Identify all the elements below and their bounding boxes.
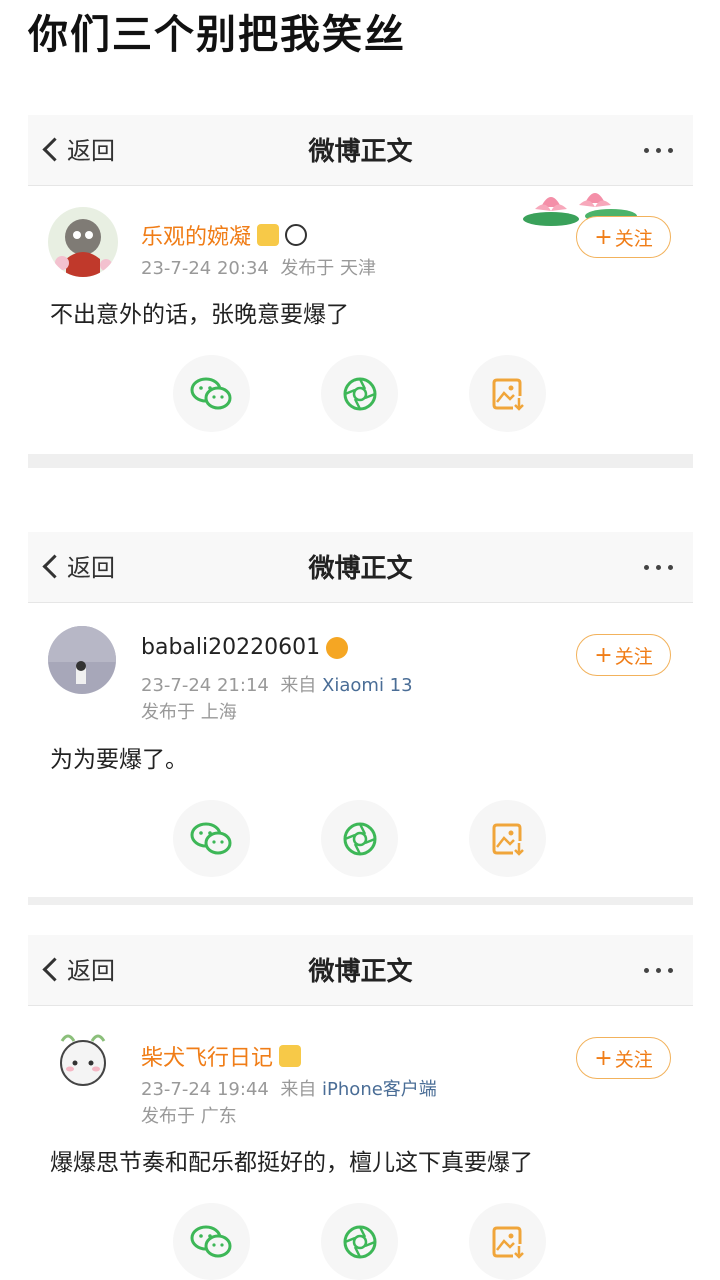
save-image-button[interactable] bbox=[469, 355, 546, 432]
follow-button[interactable]: + 关注 bbox=[576, 216, 671, 258]
more-icon[interactable] bbox=[644, 148, 673, 153]
post-time: 23-7-24 21:14 bbox=[141, 675, 269, 696]
username[interactable]: 柴犬飞行日记 bbox=[141, 1040, 273, 1072]
plus-icon: + bbox=[594, 1045, 613, 1071]
post-location: 上海 bbox=[200, 702, 237, 723]
moments-icon bbox=[343, 822, 376, 855]
share-row bbox=[173, 1203, 546, 1280]
post-time: 23-7-24 19:44 bbox=[141, 1079, 269, 1100]
nav-title: 微博正文 bbox=[308, 137, 413, 167]
username[interactable]: 乐观的婉凝 bbox=[141, 219, 251, 251]
follow-label: 关注 bbox=[614, 645, 653, 668]
page-title: 你们三个别把我笑丝 bbox=[28, 12, 406, 58]
share-moments-button[interactable] bbox=[321, 355, 398, 432]
post-location-line: 发布于 上海 bbox=[141, 698, 237, 724]
post-location-line: 发布于 广东 bbox=[141, 1102, 237, 1128]
post-meta: 23-7-24 21:14 来自 Xiaomi 13 bbox=[141, 671, 413, 697]
nav-bar: 返回 微博正文 bbox=[28, 115, 693, 186]
weibo-card: 返回 微博正文 柴犬飞行日记 23-7-24 19:44 来自 iPhone客户… bbox=[28, 935, 693, 1280]
publish-prefix: 发布于 bbox=[280, 258, 335, 279]
avatar[interactable] bbox=[48, 626, 116, 694]
post-meta: 23-7-24 20:34 发布于 天津 bbox=[141, 254, 376, 280]
more-icon[interactable] bbox=[644, 565, 673, 570]
save-image-button[interactable] bbox=[469, 800, 546, 877]
share-moments-button[interactable] bbox=[321, 1203, 398, 1280]
share-wechat-button[interactable] bbox=[173, 800, 250, 877]
save-image-icon bbox=[492, 378, 524, 411]
save-image-icon bbox=[492, 823, 524, 856]
follow-button[interactable]: + 关注 bbox=[576, 1037, 671, 1079]
share-row bbox=[173, 355, 546, 432]
follow-label: 关注 bbox=[614, 1048, 653, 1071]
wechat-icon bbox=[190, 377, 231, 409]
post-time: 23-7-24 20:34 bbox=[141, 258, 269, 279]
moments-icon bbox=[343, 1225, 376, 1258]
nav-title: 微博正文 bbox=[308, 554, 413, 584]
crown-badge-icon bbox=[279, 1045, 302, 1067]
avatar[interactable] bbox=[48, 1025, 118, 1095]
post-content: 爆爆思节奏和配乐都挺好的，檀儿这下真要爆了 bbox=[50, 1150, 533, 1176]
avatar[interactable] bbox=[48, 207, 118, 277]
source-prefix: 来自 bbox=[280, 675, 317, 696]
crown-badge-icon bbox=[257, 224, 280, 246]
wechat-icon bbox=[190, 1225, 231, 1257]
fish-badge-icon bbox=[326, 636, 349, 659]
card-separator bbox=[28, 897, 693, 905]
follow-button[interactable]: + 关注 bbox=[576, 634, 671, 676]
source-prefix: 来自 bbox=[280, 1079, 317, 1100]
more-icon[interactable] bbox=[644, 968, 673, 973]
publish-prefix: 发布于 bbox=[141, 1106, 195, 1127]
post-location: 天津 bbox=[340, 258, 377, 279]
plus-icon: + bbox=[594, 224, 613, 250]
weibo-card: 返回 微博正文 乐观的婉凝 23-7-24 20:34 发布于 天津 +关注 bbox=[28, 115, 693, 468]
post-content: 为为要爆了。 bbox=[50, 747, 188, 773]
save-image-button[interactable] bbox=[469, 1203, 546, 1280]
follow-label: 关注 bbox=[614, 227, 653, 250]
save-image-icon bbox=[492, 1226, 524, 1259]
wechat-icon bbox=[190, 822, 231, 854]
publish-prefix: 发布于 bbox=[141, 702, 195, 723]
panda-badge-icon bbox=[285, 224, 308, 246]
share-row bbox=[173, 800, 546, 877]
weibo-card: 返回 微博正文 babali20220601 23-7-24 21:14 来自 … bbox=[28, 532, 693, 905]
username[interactable]: babali20220601 bbox=[141, 635, 320, 660]
card-separator bbox=[28, 454, 693, 468]
nav-bar: 返回 微博正文 bbox=[28, 532, 693, 603]
moments-icon bbox=[343, 377, 376, 410]
nav-title: 微博正文 bbox=[308, 957, 413, 987]
post-source[interactable]: Xiaomi 13 bbox=[322, 675, 413, 696]
post-source[interactable]: iPhone客户端 bbox=[322, 1079, 437, 1100]
plus-icon: + bbox=[594, 642, 613, 668]
post-meta: 23-7-24 19:44 来自 iPhone客户端 bbox=[141, 1075, 437, 1101]
share-wechat-button[interactable] bbox=[173, 1203, 250, 1280]
post-location: 广东 bbox=[200, 1106, 237, 1127]
post-content: 不出意外的话，张晚意要爆了 bbox=[50, 302, 349, 328]
nav-bar: 返回 微博正文 bbox=[28, 935, 693, 1006]
share-moments-button[interactable] bbox=[321, 800, 398, 877]
share-wechat-button[interactable] bbox=[173, 355, 250, 432]
